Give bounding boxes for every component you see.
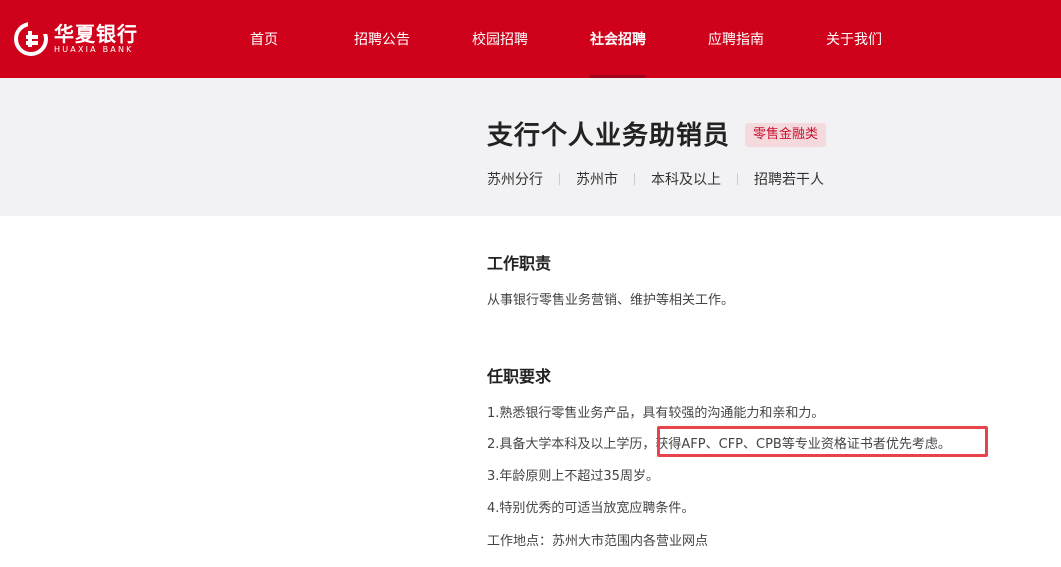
nav-about-us[interactable]: 关于我们 <box>795 0 913 78</box>
brand-logo[interactable]: 华夏银行 HUAXIA BANK <box>14 22 138 56</box>
job-branch: 苏州分行 <box>487 172 543 188</box>
top-header: 华夏银行 HUAXIA BANK 首页 招聘公告 校园招聘 社会招聘 应聘指南 … <box>0 0 1061 78</box>
nav-application-guide[interactable]: 应聘指南 <box>677 0 795 78</box>
job-title: 支行个人业务助销员 <box>487 121 731 151</box>
main-nav: 首页 招聘公告 校园招聘 社会招聘 应聘指南 关于我们 <box>205 0 913 78</box>
huaxia-logo-icon <box>14 22 48 56</box>
brand-name-en: HUAXIA BANK <box>54 45 134 54</box>
duties-text: 从事银行零售业务营销、维护等相关工作。 <box>487 293 735 308</box>
duties-heading: 工作职责 <box>487 254 552 273</box>
requirement-item-4: 4.特别优秀的可适当放宽应聘条件。 <box>487 501 695 516</box>
job-city: 苏州市 <box>576 172 618 188</box>
work-location: 工作地点：苏州大市范围内各营业网点 <box>487 534 709 549</box>
nav-social-recruitment[interactable]: 社会招聘 <box>559 0 677 78</box>
highlight-annotation-box <box>657 426 988 457</box>
job-category-badge: 零售金融类 <box>745 123 827 147</box>
nav-announcements[interactable]: 招聘公告 <box>323 0 441 78</box>
job-education: 本科及以上 <box>651 172 721 188</box>
requirement-item-1: 1.熟悉银行零售业务产品，具有较强的沟通能力和亲和力。 <box>487 406 825 421</box>
job-meta: 苏州分行 苏州市 本科及以上 招聘若干人 <box>487 169 840 189</box>
requirement-item-3: 3.年龄原则上不超过35周岁。 <box>487 469 659 484</box>
brand-name-cn: 华夏银行 <box>54 22 138 46</box>
nav-home[interactable]: 首页 <box>205 0 323 78</box>
job-headcount: 招聘若干人 <box>754 172 824 188</box>
nav-campus-recruitment[interactable]: 校园招聘 <box>441 0 559 78</box>
requirements-heading: 任职要求 <box>487 367 552 386</box>
